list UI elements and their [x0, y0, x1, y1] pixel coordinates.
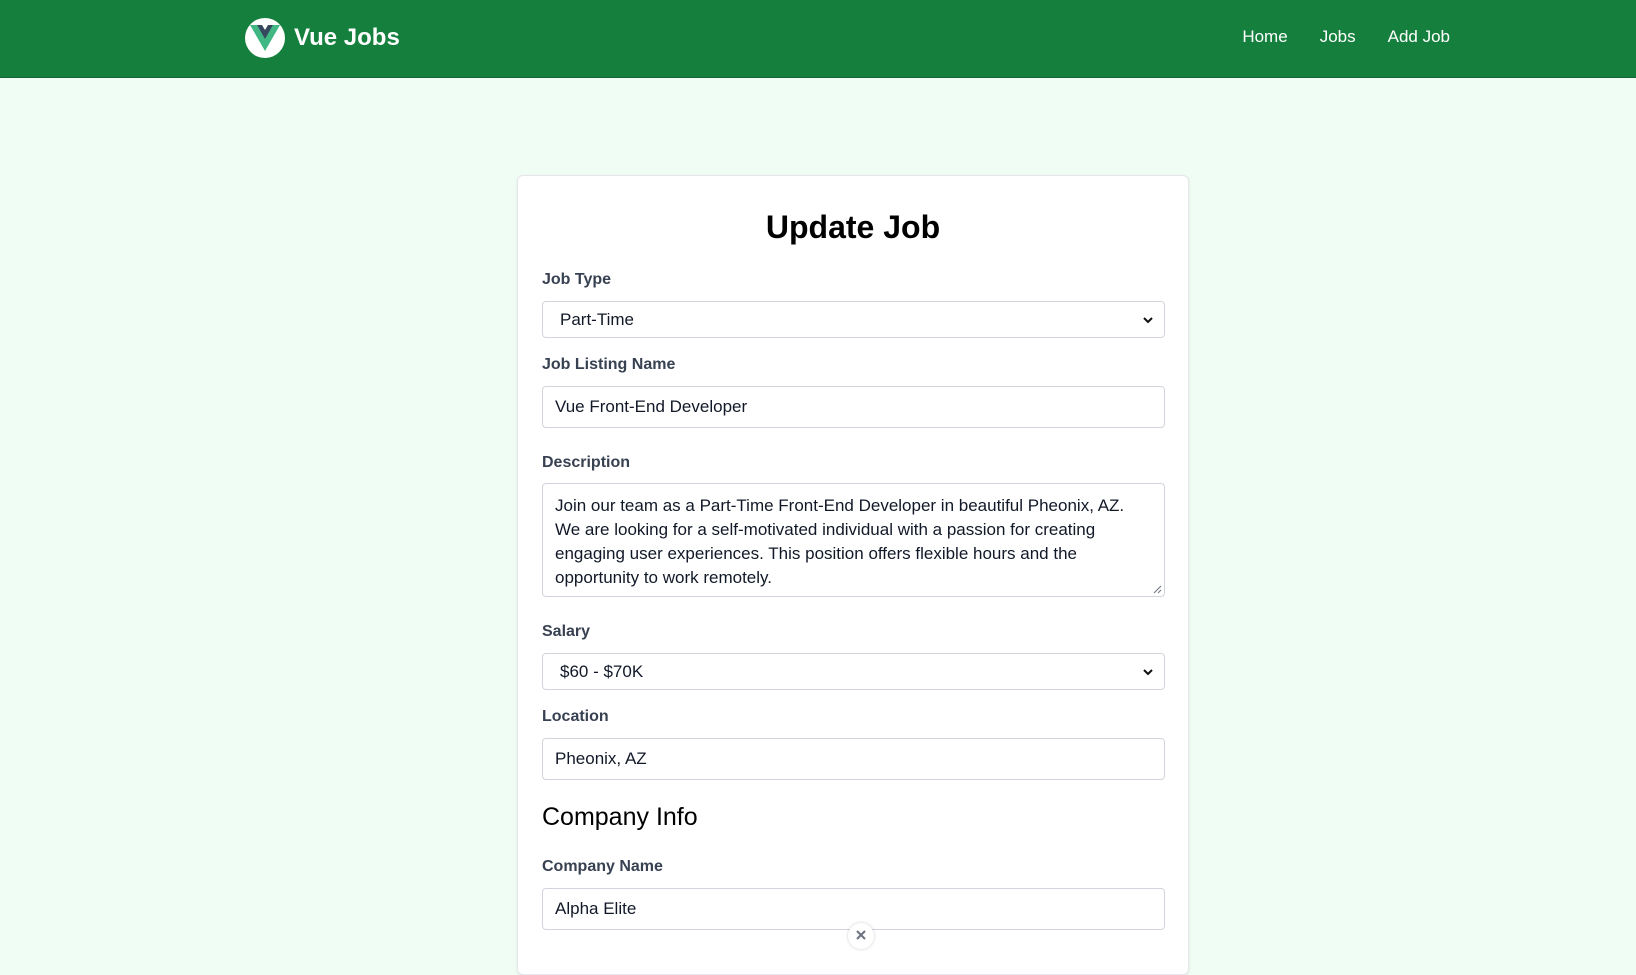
description-value: Join our team as a Part-Time Front-End D…	[555, 496, 1125, 587]
job-name-input[interactable]: Vue Front-End Developer	[542, 386, 1165, 428]
job-name-label: Job Listing Name	[542, 356, 676, 373]
nav-links: Home Jobs Add Job	[1226, 25, 1450, 49]
company-name-label: Company Name	[542, 858, 663, 875]
location-input[interactable]: Pheonix, AZ	[542, 738, 1165, 780]
location-label: Location	[542, 708, 609, 725]
close-icon	[856, 930, 866, 940]
salary-value: $60 - $70K	[560, 661, 644, 681]
company-name-input[interactable]: Alpha Elite	[542, 888, 1165, 930]
salary-select[interactable]: $60 - $70K	[542, 653, 1165, 690]
nav-link-jobs[interactable]: Jobs	[1304, 25, 1372, 49]
brand-link[interactable]: Vue Jobs	[245, 18, 400, 58]
nav-link-home[interactable]: Home	[1226, 25, 1303, 49]
navbar: Vue Jobs Home Jobs Add Job	[0, 0, 1636, 78]
salary-label: Salary	[542, 623, 591, 640]
location-value: Pheonix, AZ	[555, 749, 647, 768]
update-job-form: Update Job Job Type Part-Time Job Listin…	[517, 175, 1189, 975]
resize-handle-icon[interactable]	[1152, 584, 1162, 594]
job-type-value: Part-Time	[560, 309, 634, 329]
description-textarea[interactable]: Join our team as a Part-Time Front-End D…	[542, 483, 1165, 597]
chevron-down-icon	[1143, 668, 1153, 675]
vue-logo-icon	[245, 18, 285, 58]
nav-link-add-job[interactable]: Add Job	[1372, 25, 1450, 49]
scroll-indicator[interactable]	[848, 923, 874, 949]
company-name-value: Alpha Elite	[555, 899, 637, 918]
description-label: Description	[542, 454, 631, 471]
brand-title: Vue Jobs	[294, 24, 400, 51]
form-title: Update Job	[765, 209, 941, 245]
job-name-value: Vue Front-End Developer	[555, 397, 748, 416]
chevron-down-icon	[1143, 316, 1153, 323]
company-info-heading: Company Info	[542, 803, 698, 831]
job-type-select[interactable]: Part-Time	[542, 301, 1165, 338]
job-type-label: Job Type	[542, 271, 612, 288]
